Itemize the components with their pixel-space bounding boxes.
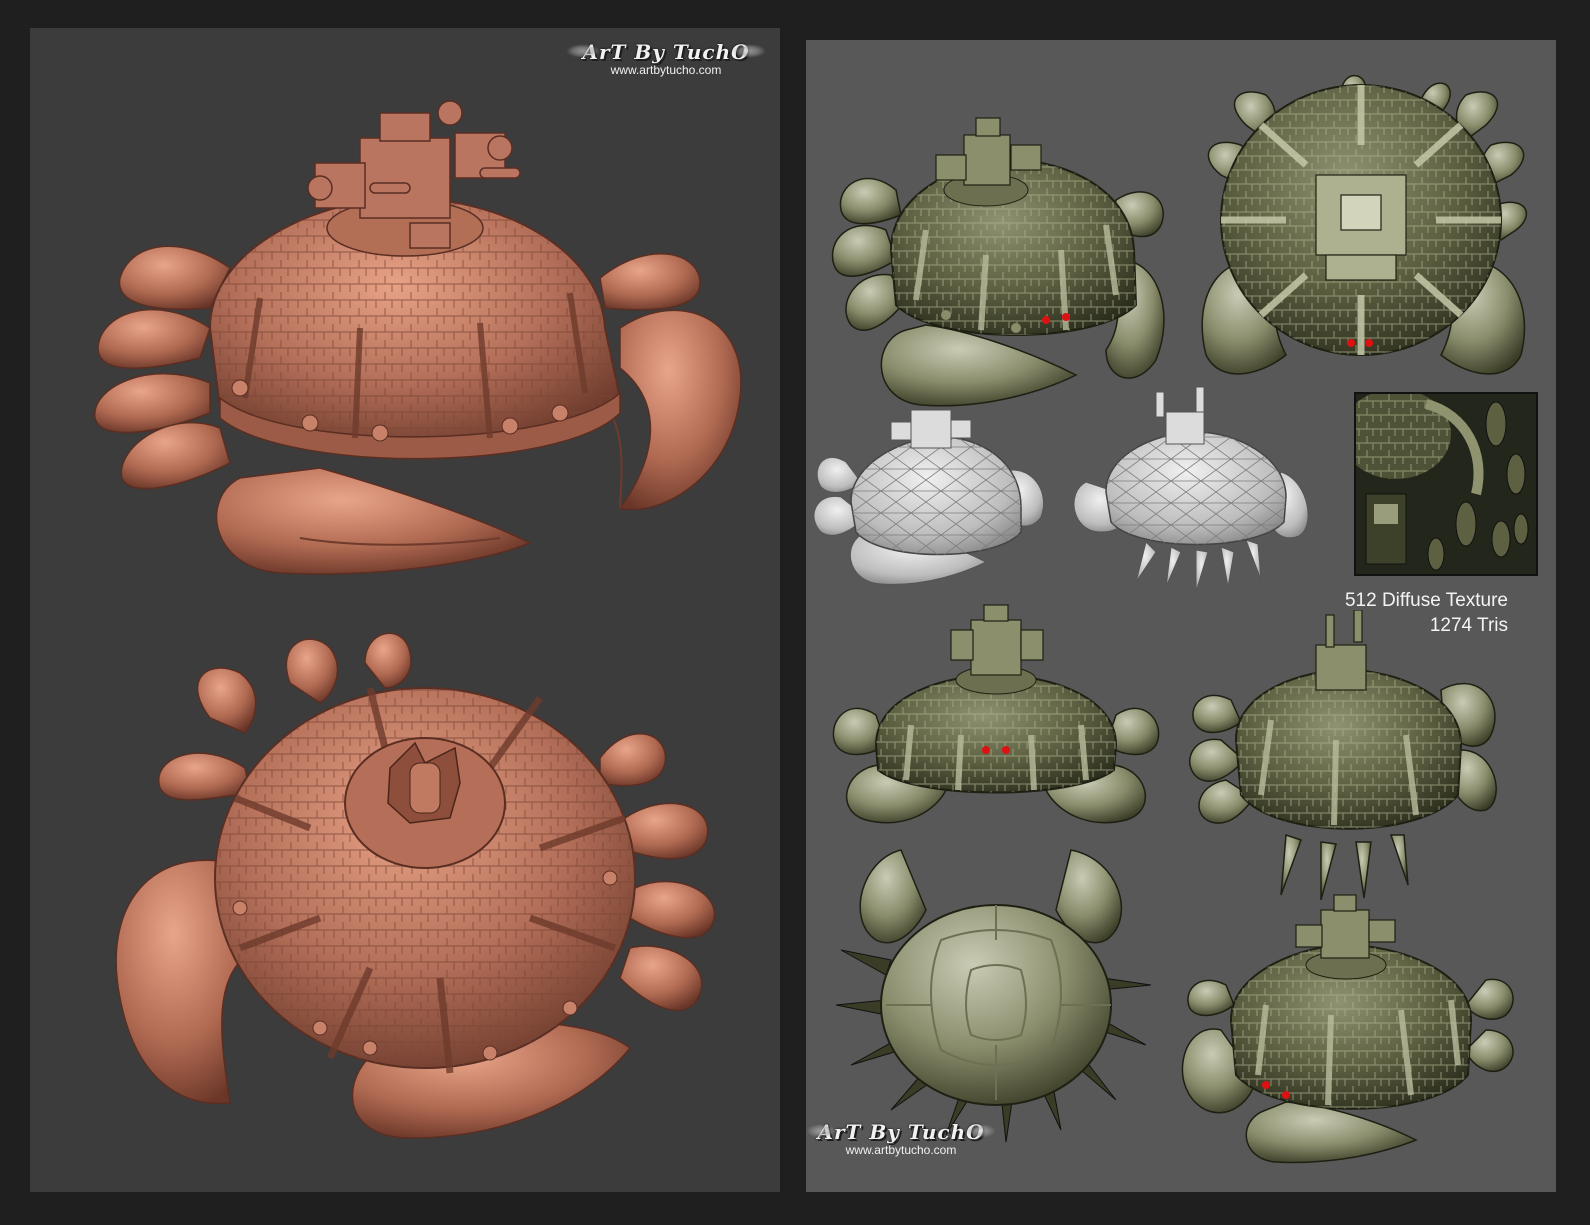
clay-crab-front-render [94, 100, 742, 575]
textured-render-panel: 512 Diffuse Texture 1274 Tris ArT By Tuc… [806, 40, 1556, 1192]
textured-crab-underside-render [835, 849, 1152, 1143]
textured-crab-frontal-render [832, 604, 1160, 824]
textured-crab-top-render [1201, 74, 1528, 375]
clay-render-panel: ArT By TuchO www.artbytucho.com [30, 28, 780, 1192]
diffuse-texture-thumbnail [1354, 392, 1538, 576]
textured-crab-front-render [831, 117, 1165, 407]
wireframe-crab-left-render [813, 409, 1045, 585]
artist-website-bottom: www.artbytucho.com [845, 1143, 957, 1157]
textured-crab-side-render [1189, 610, 1497, 900]
clay-crab-top-render [115, 632, 716, 1139]
artist-logo-bottom: ArT By TuchO www.artbytucho.com [806, 1120, 996, 1157]
wireframe-crab-right-render [1073, 386, 1309, 593]
textured-crab-rear-render [1181, 894, 1514, 1164]
